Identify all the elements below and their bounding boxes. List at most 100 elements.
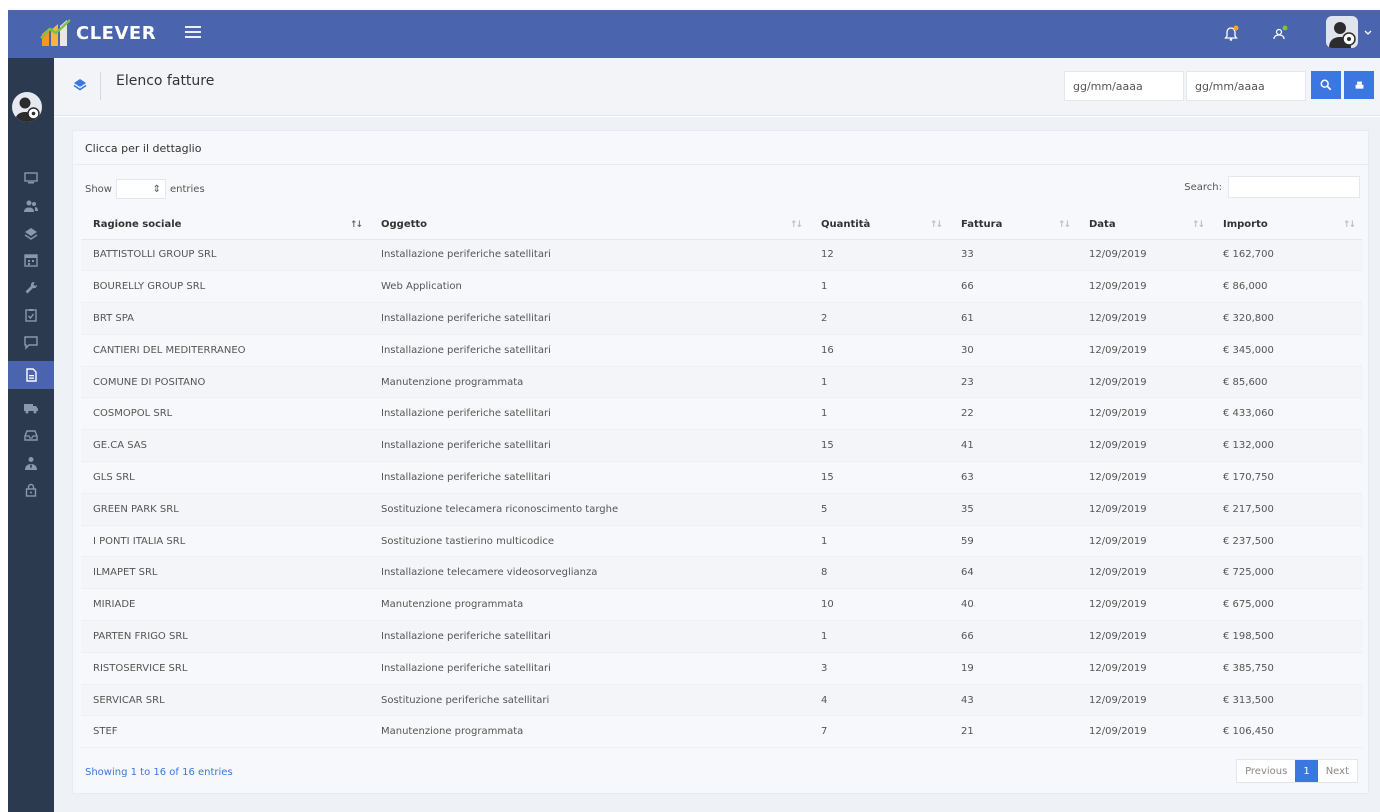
table-cell: 21	[949, 715, 1077, 749]
table-cell: 12/09/2019	[1077, 493, 1211, 526]
sidebar-item-tasks[interactable]	[8, 301, 54, 329]
panel-header: Clicca per il dettaglio	[73, 131, 1368, 165]
table-cell: RISTOSERVICE SRL	[81, 652, 369, 685]
pagination-page-1[interactable]: 1	[1295, 760, 1318, 782]
table-cell: Installazione periferiche satellitari	[369, 429, 809, 463]
table-cell: 12/09/2019	[1077, 525, 1211, 558]
sidebar-item-inbox[interactable]	[8, 421, 54, 449]
table-search: Search:	[1184, 176, 1360, 198]
table-cell: SERVICAR SRL	[81, 684, 369, 717]
bell-icon[interactable]	[1221, 24, 1241, 44]
top-navbar: CLEVER	[8, 10, 1380, 58]
brand-name[interactable]: CLEVER	[76, 23, 156, 44]
sidebar-avatar[interactable]	[12, 92, 42, 122]
table-cell: Installazione periferiche satellitari	[369, 461, 809, 494]
invoice-icon	[26, 368, 37, 382]
table-cell: 59	[949, 525, 1077, 558]
sidebar-item-security[interactable]	[8, 476, 54, 504]
column-header-ragione-sociale[interactable]: Ragione sociale ↑↓	[81, 211, 369, 240]
table-row[interactable]: COMUNE DI POSITANO Manutenzione programma…	[81, 366, 1362, 399]
entries-select[interactable]: ⇕	[115, 179, 166, 199]
table-row[interactable]: BRT SPA Installazione periferiche satelli…	[81, 302, 1362, 335]
table-cell: 19	[949, 652, 1077, 685]
column-header-data[interactable]: Data ↑↓	[1077, 211, 1211, 240]
table-row[interactable]: RISTOSERVICE SRL Installazione periferich…	[81, 652, 1362, 685]
table-row[interactable]: COSMOPOL SRL Installazione periferiche sa…	[81, 397, 1362, 431]
pagination-next[interactable]: Next	[1318, 760, 1357, 782]
table-cell: Installazione periferiche satellitari	[369, 334, 809, 367]
table-cell: 66	[949, 270, 1077, 304]
sort-icon: ↑↓	[929, 220, 943, 230]
table-cell: Sostituzione tastierino multicodice	[369, 525, 809, 558]
table-cell: 23	[949, 366, 1077, 399]
table-cell: Installazione periferiche satellitari	[369, 302, 809, 335]
table-row[interactable]: SERVICAR SRL Sostituzione periferiche sat…	[81, 684, 1362, 717]
sidebar-item-users[interactable]	[8, 192, 54, 220]
table-cell: € 675,000	[1211, 588, 1362, 622]
table-cell: COMUNE DI POSITANO	[81, 366, 369, 399]
chat-icon	[24, 336, 38, 350]
table-row[interactable]: ILMAPET SRL Installazione telecamere vide…	[81, 556, 1362, 590]
sidebar-item-transport[interactable]	[8, 394, 54, 422]
column-header-importo[interactable]: Importo ↑↓	[1211, 211, 1362, 240]
calendar-icon	[24, 254, 38, 267]
table-cell: € 320,800	[1211, 302, 1362, 335]
column-header-quantita[interactable]: Quantità ↑↓	[809, 211, 949, 240]
monitor-icon	[24, 172, 38, 184]
table-cell: Installazione periferiche satellitari	[369, 652, 809, 685]
sidebar-item-layers[interactable]	[8, 219, 54, 247]
sidebar-item-messages[interactable]	[8, 328, 54, 356]
chevron-down-icon[interactable]	[1363, 28, 1373, 38]
table-cell: GE.CA SAS	[81, 429, 369, 463]
table-cell: BRT SPA	[81, 302, 369, 335]
print-button[interactable]	[1344, 71, 1374, 99]
table-row[interactable]: I PONTI ITALIA SRL Sostituzione tastierin…	[81, 525, 1362, 558]
table-cell: € 106,450	[1211, 715, 1362, 749]
date-from-input[interactable]	[1064, 71, 1184, 101]
table-cell: 12/09/2019	[1077, 461, 1211, 494]
sidebar-item-invoices[interactable]	[8, 361, 54, 389]
user-icon[interactable]	[1270, 24, 1290, 44]
table-cell: 22	[949, 397, 1077, 431]
page-header: Elenco fatture	[54, 58, 1380, 116]
table-search-input[interactable]	[1228, 176, 1360, 198]
sidebar-item-tools[interactable]	[8, 274, 54, 302]
table-row[interactable]: STEF Manutenzione programmata 7 21 12/09/201…	[81, 715, 1362, 749]
search-button[interactable]	[1311, 71, 1341, 99]
column-header-fattura[interactable]: Fattura ↑↓	[949, 211, 1077, 240]
table-row[interactable]: CANTIERI DEL MEDITERRANEO Installazione p…	[81, 334, 1362, 367]
table-row[interactable]: BOURELLY GROUP SRL Web Application 1 66 12/0…	[81, 270, 1362, 304]
table-cell: 12/09/2019	[1077, 620, 1211, 653]
table-cell: 3	[809, 652, 949, 685]
table-row[interactable]: GREEN PARK SRL Sostituzione telecamera ri…	[81, 493, 1362, 526]
table-cell: 12/09/2019	[1077, 429, 1211, 463]
column-header-oggetto[interactable]: Oggetto ↑↓	[369, 211, 809, 240]
sort-icon: ↑↓	[789, 220, 803, 230]
table-cell: 2	[809, 302, 949, 335]
entries-length-control: Show ⇕ entries	[85, 179, 205, 199]
table-cell: € 385,750	[1211, 652, 1362, 685]
table-cell: Sostituzione telecamera riconoscimento t…	[369, 493, 809, 526]
table-cell: 43	[949, 684, 1077, 717]
table-row[interactable]: MIRIADE Manutenzione programmata 10 40 12/09…	[81, 588, 1362, 622]
avatar[interactable]	[1326, 16, 1358, 48]
table-cell: Web Application	[369, 270, 809, 304]
sidebar-item-monitor[interactable]	[8, 164, 54, 192]
table-row[interactable]: PARTEN FRIGO SRL Installazione periferich…	[81, 620, 1362, 653]
table-row[interactable]: GLS SRL Installazione periferiche satelli…	[81, 461, 1362, 494]
sort-icon: ↑↓	[1342, 220, 1356, 230]
date-to-input[interactable]	[1186, 71, 1306, 101]
table-row[interactable]: GE.CA SAS Installazione periferiche satel…	[81, 429, 1362, 463]
table-cell: 35	[949, 493, 1077, 526]
table-cell: 5	[809, 493, 949, 526]
sidebar-item-calendar[interactable]	[8, 246, 54, 274]
wrench-icon	[25, 281, 38, 294]
table-cell: MIRIADE	[81, 588, 369, 622]
hamburger-menu-icon[interactable]	[185, 26, 201, 40]
select-arrows-icon: ⇕	[152, 183, 161, 195]
table-cell: 12/09/2019	[1077, 556, 1211, 590]
table-cell: 1	[809, 270, 949, 304]
table-row[interactable]: BATTISTOLLI GROUP SRL Installazione perif…	[81, 239, 1362, 272]
pagination-previous[interactable]: Previous	[1237, 760, 1295, 782]
sidebar-item-staff[interactable]	[8, 449, 54, 477]
